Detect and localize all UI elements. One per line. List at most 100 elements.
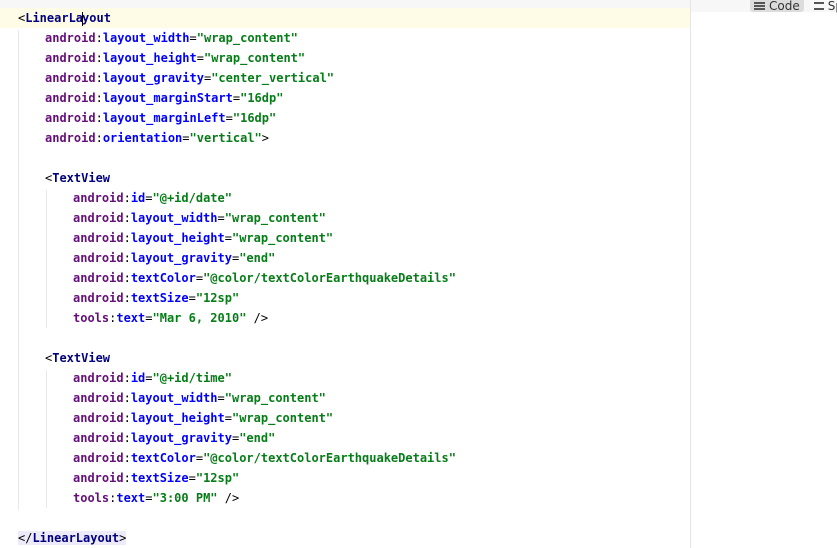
colon: :: [95, 51, 103, 65]
attribute-line: android:layout_marginLeft="16dp": [18, 108, 456, 128]
attr-namespace: android: [45, 111, 96, 125]
attr-value: "12sp": [195, 471, 240, 485]
attribute-line: android:layout_width="wrap_content": [18, 28, 456, 48]
equals: =: [217, 391, 225, 405]
equals: =: [145, 191, 153, 205]
equals: =: [224, 411, 232, 425]
xml-code-editor[interactable]: Code Split <LinearLayoutandroid:layout_w…: [0, 0, 837, 548]
attr-value: "end": [239, 251, 276, 265]
open-tag-line: <LinearLayout: [18, 8, 456, 28]
attribute-line: android:textColor="@color/textColorEarth…: [18, 268, 456, 288]
attribute-line: tools:text="Mar 6, 2010" />: [18, 308, 456, 328]
colon: :: [123, 451, 131, 465]
attr-name: layout_gravity: [130, 431, 232, 445]
close-tag-line: </LinearLayout>: [18, 528, 456, 548]
code-view-label: Code: [769, 0, 800, 13]
equals: =: [195, 271, 204, 285]
colon: :: [123, 271, 131, 285]
colon: :: [123, 391, 131, 405]
attr-name: layout_height: [130, 231, 225, 245]
attr-value: "3:00 PM": [152, 491, 218, 505]
colon: :: [123, 471, 131, 485]
attr-name: text: [116, 311, 146, 325]
colon: :: [95, 131, 103, 145]
equals: =: [145, 311, 153, 325]
split-view-label: Split: [827, 0, 837, 13]
code-view-icon: [754, 2, 765, 10]
attr-namespace: android: [45, 51, 96, 65]
tag-bracket: >: [119, 531, 127, 545]
tag-bracket: </: [18, 531, 33, 545]
attr-name: text: [116, 491, 146, 505]
equals: =: [188, 291, 196, 305]
code-area[interactable]: <LinearLayout android:layout_width="wrap_…: [18, 8, 456, 548]
attribute-line: android:layout_gravity="end": [18, 248, 456, 268]
equals: =: [182, 131, 190, 145]
tag-end: />: [246, 311, 269, 325]
attr-name: layout_width: [130, 211, 218, 225]
attr-value: "16dp": [240, 91, 284, 105]
attr-value: "Mar 6, 2010": [152, 311, 247, 325]
attr-namespace: android: [73, 191, 124, 205]
colon: :: [95, 31, 103, 45]
attr-name: orientation: [102, 131, 183, 145]
colon: :: [123, 371, 131, 385]
child-open-tag-line: <TextView: [18, 168, 456, 188]
colon: :: [95, 91, 103, 105]
attr-name: layout_marginStart: [102, 91, 233, 105]
attribute-line: android:id="@+id/time": [18, 368, 456, 388]
attr-namespace: android: [73, 291, 124, 305]
root-close-tag: LinearLayout: [32, 531, 120, 545]
right-margin-guide: [690, 0, 691, 548]
attribute-line: android:layout_gravity="center_vertical": [18, 68, 456, 88]
attr-namespace: android: [73, 231, 124, 245]
attr-name: layout_height: [102, 51, 197, 65]
attr-name: textSize: [130, 291, 189, 305]
colon: :: [123, 211, 131, 225]
attr-name: layout_height: [130, 411, 225, 425]
attr-value: "@color/textColorEarthquakeDetails": [203, 451, 456, 465]
attr-value: "@color/textColorEarthquakeDetails": [203, 271, 456, 285]
colon: :: [123, 231, 131, 245]
attribute-line: android:layout_height="wrap_content": [18, 408, 456, 428]
colon: :: [123, 251, 131, 265]
attr-value: "@+id/time": [152, 371, 232, 385]
colon: :: [123, 411, 131, 425]
attr-namespace: android: [73, 371, 124, 385]
attribute-line: tools:text="3:00 PM" />: [18, 488, 456, 508]
attribute-line: android:layout_height="wrap_content": [18, 228, 456, 248]
attr-value: "center_vertical": [211, 71, 335, 85]
split-view-button[interactable]: Split: [810, 0, 837, 13]
equals: =: [225, 111, 233, 125]
child-tag-name: TextView: [52, 171, 111, 185]
attr-namespace: android: [45, 71, 96, 85]
attr-name: id: [130, 371, 146, 385]
matched-close-tag: </LinearLayout>: [18, 531, 127, 545]
attr-value: "wrap_content": [231, 231, 334, 245]
split-view-icon: [813, 2, 824, 10]
attr-value: "wrap_content": [231, 411, 334, 425]
attr-namespace: android: [73, 411, 124, 425]
tag-end: />: [217, 491, 240, 505]
attr-namespace: android: [45, 91, 96, 105]
child-open-tag-line: <TextView: [18, 348, 456, 368]
attr-value: "end": [239, 431, 276, 445]
attr-name: layout_gravity: [102, 71, 204, 85]
code-view-button[interactable]: Code: [750, 0, 804, 13]
root-open-tag: LinearLayout: [25, 11, 111, 26]
equals: =: [188, 471, 196, 485]
attr-name: textSize: [130, 471, 189, 485]
attr-namespace: android: [73, 471, 124, 485]
attribute-line: android:layout_gravity="end": [18, 428, 456, 448]
attr-name: layout_width: [102, 31, 190, 45]
equals: =: [217, 211, 225, 225]
tag-end: >: [261, 131, 270, 145]
attr-value: "12sp": [195, 291, 240, 305]
attribute-line: android:layout_width="wrap_content": [18, 388, 456, 408]
equals: =: [145, 491, 153, 505]
equals: =: [145, 371, 153, 385]
equals: =: [189, 31, 197, 45]
